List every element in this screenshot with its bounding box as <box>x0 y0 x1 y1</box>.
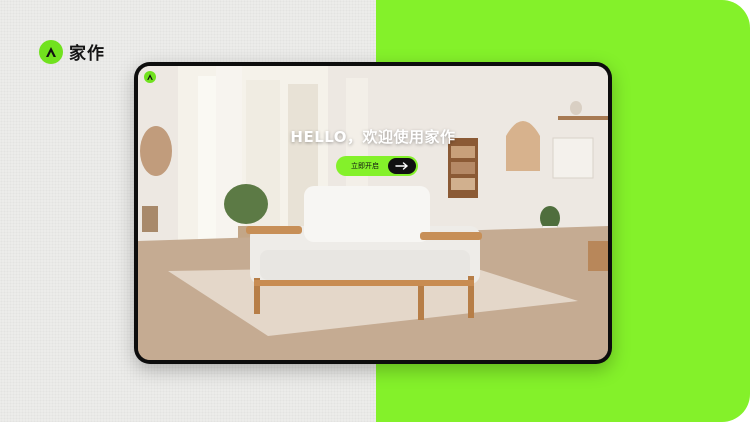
brand-logo-icon <box>39 39 63 64</box>
living-room-hero-image <box>138 66 608 360</box>
brand-name: 家作 <box>69 44 105 64</box>
start-button[interactable]: 立即开启 <box>336 156 418 176</box>
app-logo-icon <box>144 71 156 83</box>
app-screen: HELLO，欢迎使用家作 立即开启 <box>138 66 608 360</box>
brand-header: 家作 <box>39 39 105 64</box>
start-button-label: 立即开启 <box>351 162 379 170</box>
welcome-text: HELLO，欢迎使用家作 <box>290 128 456 146</box>
welcome-heading: HELLO，欢迎使用家作 <box>138 126 608 147</box>
tablet-device-frame: HELLO，欢迎使用家作 立即开启 <box>134 62 612 364</box>
arrow-right-icon <box>388 158 416 174</box>
